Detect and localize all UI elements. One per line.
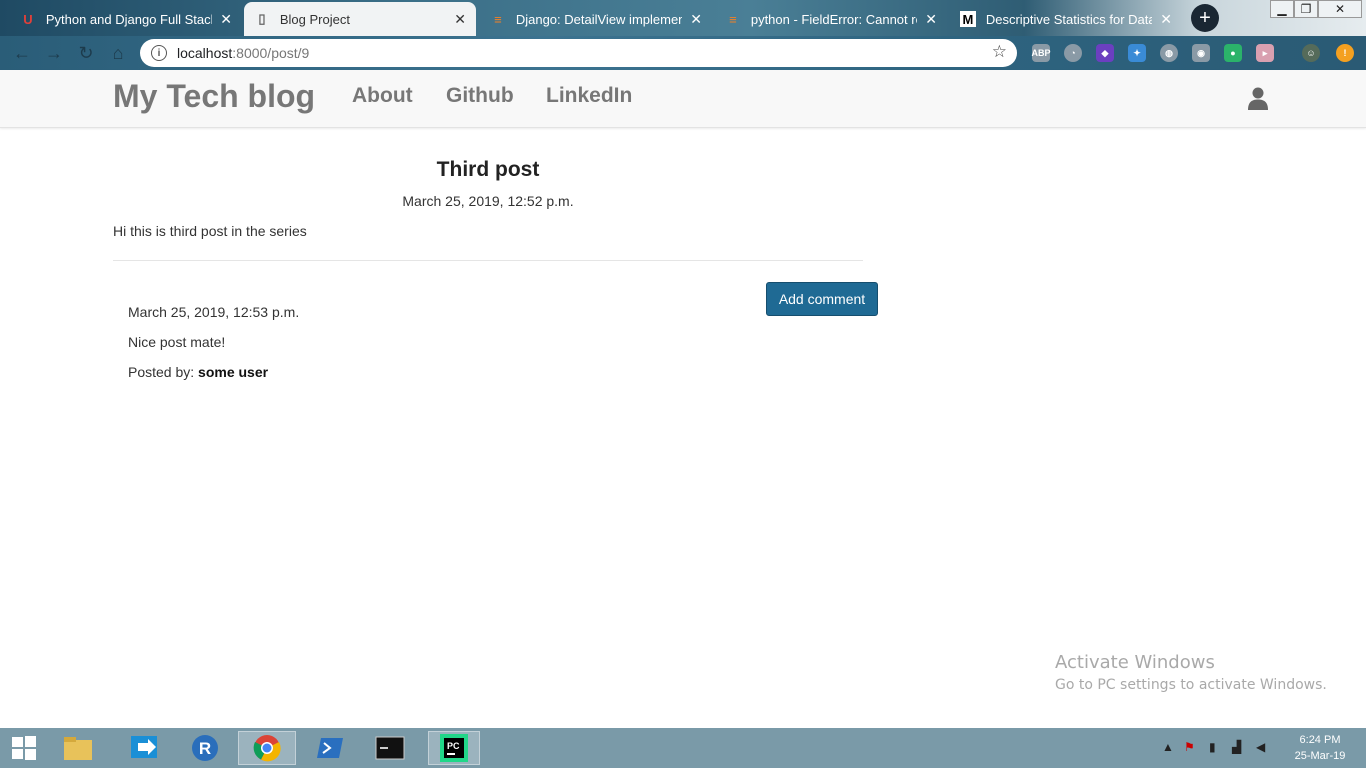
comment-author: some user bbox=[198, 364, 269, 380]
activate-windows-watermark: Activate Windows Go to PC settings to ac… bbox=[1055, 652, 1327, 693]
tab-descriptive-statistics[interactable]: M Descriptive Statistics for Data Sc ✕ bbox=[950, 2, 1182, 36]
video-icon[interactable]: ▸ bbox=[1256, 44, 1274, 62]
powershell-icon[interactable] bbox=[310, 731, 350, 765]
extension-puzzle-icon[interactable]: ✦ bbox=[1128, 44, 1146, 62]
svg-text:R: R bbox=[199, 739, 211, 758]
windows-start-icon[interactable] bbox=[4, 731, 44, 765]
close-tab-icon[interactable]: ✕ bbox=[925, 11, 937, 28]
adblock-icon[interactable]: ABP bbox=[1032, 44, 1051, 62]
tab-title: Descriptive Statistics for Data Sc bbox=[985, 11, 1153, 27]
taskbar-clock[interactable]: 6:24 PM 25-Mar-19 bbox=[1285, 732, 1355, 764]
windows-taskbar: R PC ▲ ⚑ ▮ ▟ ◀ 6:24 PM 25-Mar-19 bbox=[0, 728, 1366, 768]
tab-title: python - FieldError: Cannot reso bbox=[750, 11, 917, 27]
url-host: localhost bbox=[177, 45, 233, 61]
comment-author-line: Posted by: some user bbox=[128, 364, 268, 380]
minimize-icon[interactable]: ▁ bbox=[1270, 0, 1294, 18]
globe-icon[interactable]: ◍ bbox=[1160, 44, 1178, 62]
tab-title: Django: DetailView implementin bbox=[515, 11, 683, 27]
post-title: Third post bbox=[436, 158, 540, 181]
close-tab-icon[interactable]: ✕ bbox=[690, 11, 702, 28]
browser-tab-strip: U Python and Django Full Stack W ✕ ▯ Blo… bbox=[0, 0, 1366, 36]
activate-title: Activate Windows bbox=[1055, 652, 1215, 673]
command-prompt-icon[interactable] bbox=[370, 731, 410, 765]
medium-icon: M bbox=[960, 11, 976, 27]
stackoverflow-icon: ≡ bbox=[494, 11, 502, 27]
remote-desktop-icon[interactable] bbox=[125, 731, 165, 765]
extension-green-icon[interactable]: ● bbox=[1224, 44, 1242, 62]
restore-icon[interactable]: ❐ bbox=[1294, 0, 1318, 18]
close-window-icon[interactable]: ✕ bbox=[1318, 0, 1362, 18]
comment-date: March 25, 2019, 12:53 p.m. bbox=[128, 304, 300, 320]
show-hidden-icons-icon[interactable]: ▲ bbox=[1162, 740, 1174, 754]
tab-django-detailview[interactable]: ≡ Django: DetailView implementin ✕ bbox=[480, 2, 712, 36]
tab-title: Blog Project bbox=[279, 11, 350, 27]
page-icon: ▯ bbox=[258, 11, 266, 26]
user-icon[interactable] bbox=[1246, 86, 1270, 110]
update-alert-icon[interactable]: ! bbox=[1336, 44, 1354, 62]
nav-about-link[interactable]: About bbox=[352, 84, 413, 108]
file-explorer-icon[interactable] bbox=[58, 731, 98, 765]
post-date: March 25, 2019, 12:52 p.m. bbox=[402, 193, 574, 209]
udemy-icon: U bbox=[23, 11, 33, 27]
speed-gauge-icon[interactable]: ◔ bbox=[1064, 44, 1082, 62]
add-comment-button[interactable]: Add comment bbox=[766, 282, 878, 316]
posted-by-label: Posted by: bbox=[128, 364, 195, 380]
battery-icon[interactable]: ▮ bbox=[1209, 740, 1216, 754]
network-warning-icon[interactable]: ⚑ bbox=[1184, 740, 1195, 754]
tab-title: Python and Django Full Stack W bbox=[45, 11, 212, 27]
url-text[interactable]: localhost:8000/post/9 bbox=[177, 45, 309, 61]
volume-icon[interactable]: ◀ bbox=[1256, 740, 1265, 754]
address-bar[interactable]: i localhost:8000/post/9 ☆ bbox=[140, 39, 1017, 67]
brand-link[interactable]: My Tech blog bbox=[113, 78, 315, 115]
clock-date: 25-Mar-19 bbox=[1294, 750, 1346, 762]
svg-text:PC: PC bbox=[447, 741, 460, 751]
reload-icon[interactable]: ↻ bbox=[74, 41, 98, 65]
stackoverflow-icon: ≡ bbox=[729, 11, 737, 27]
close-tab-icon[interactable]: ✕ bbox=[220, 11, 232, 28]
url-path: :8000/post/9 bbox=[232, 45, 310, 61]
back-icon[interactable]: ← bbox=[10, 41, 34, 65]
nav-github-link[interactable]: Github bbox=[446, 84, 514, 108]
profile-avatar-icon[interactable]: ☺ bbox=[1302, 44, 1320, 62]
comment-text: Nice post mate! bbox=[128, 334, 226, 350]
home-icon[interactable]: ⌂ bbox=[106, 41, 130, 65]
r-language-icon[interactable]: R bbox=[185, 731, 225, 765]
nav-linkedin-link[interactable]: LinkedIn bbox=[546, 84, 632, 108]
lightbulb-icon[interactable]: ◉ bbox=[1192, 44, 1210, 62]
browser-toolbar: ← → ↻ ⌂ i localhost:8000/post/9 ☆ ABP ◔ … bbox=[0, 36, 1366, 70]
pycharm-icon[interactable]: PC bbox=[428, 731, 480, 765]
activate-subtitle: Go to PC settings to activate Windows. bbox=[1055, 677, 1327, 693]
close-tab-icon[interactable]: ✕ bbox=[1160, 11, 1172, 28]
site-navbar: My Tech blog About Github LinkedIn bbox=[0, 70, 1366, 128]
new-tab-button[interactable]: + bbox=[1191, 4, 1219, 32]
forward-icon[interactable]: → bbox=[42, 41, 66, 65]
site-info-icon[interactable]: i bbox=[151, 45, 167, 61]
post-body: Hi this is third post in the series bbox=[113, 223, 307, 239]
extension-cube-icon[interactable]: ◆ bbox=[1096, 44, 1114, 62]
tab-blog-project[interactable]: ▯ Blog Project ✕ bbox=[244, 2, 476, 36]
clock-time: 6:24 PM bbox=[1299, 734, 1341, 746]
post-divider bbox=[113, 260, 863, 261]
close-tab-icon[interactable]: ✕ bbox=[454, 11, 466, 28]
bookmark-star-icon[interactable]: ☆ bbox=[992, 42, 1007, 62]
tab-python-django-course[interactable]: U Python and Django Full Stack W ✕ bbox=[10, 2, 242, 36]
chrome-icon[interactable] bbox=[238, 731, 296, 765]
wifi-signal-icon[interactable]: ▟ bbox=[1232, 740, 1241, 754]
tab-fielderror[interactable]: ≡ python - FieldError: Cannot reso ✕ bbox=[715, 2, 947, 36]
